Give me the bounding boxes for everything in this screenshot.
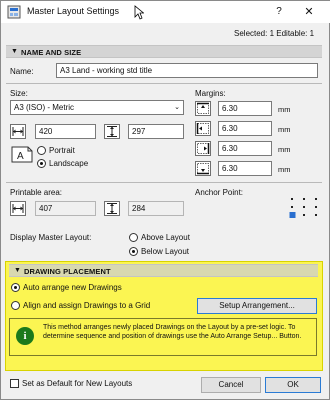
info-icon: i — [16, 327, 34, 345]
collapse-triangle-icon[interactable]: ▼ — [14, 267, 21, 274]
mouse-cursor-icon — [134, 5, 144, 20]
divider — [6, 182, 322, 183]
align-grid-radio[interactable] — [11, 301, 20, 310]
dialog-window: Master Layout Settings ? ✕ Selected: 1 E… — [0, 0, 330, 400]
top-margin-input[interactable]: 6.30 — [218, 101, 272, 116]
close-button[interactable]: ✕ — [299, 4, 319, 20]
portrait-radio[interactable] — [37, 146, 46, 155]
bottom-margin-icon — [195, 161, 211, 176]
bottom-margin-input[interactable]: 6.30 — [218, 161, 272, 176]
auto-arrange-label: Auto arrange new Drawings — [23, 283, 122, 292]
below-layout-radio[interactable] — [129, 247, 138, 256]
right-margin-input[interactable]: 6.30 — [218, 141, 272, 156]
set-default-checkbox[interactable] — [10, 379, 19, 388]
printable-height-value: 284 — [128, 201, 184, 216]
section-title: DRAWING PLACEMENT — [24, 267, 111, 276]
display-master-layout-label: Display Master Layout: — [10, 233, 92, 242]
above-layout-radio[interactable] — [129, 233, 138, 242]
width-input[interactable]: 420 — [35, 124, 96, 139]
divider — [6, 83, 322, 84]
printable-width-icon — [10, 201, 26, 216]
left-margin-input[interactable]: 6.30 — [218, 121, 272, 136]
anchor-point-grid[interactable] — [289, 196, 319, 218]
landscape-label: Landscape — [49, 159, 89, 168]
name-input[interactable]: A3 Land - working std title — [56, 63, 318, 78]
cancel-button[interactable]: Cancel — [201, 377, 261, 393]
name-label: Name: — [10, 67, 34, 76]
height-input[interactable]: 297 — [128, 124, 184, 139]
section-header-name-size[interactable]: ▼ NAME AND SIZE — [6, 45, 322, 58]
ok-button[interactable]: OK — [265, 377, 321, 393]
collapse-triangle-icon[interactable]: ▼ — [11, 48, 18, 55]
size-select[interactable]: A3 (ISO) - Metric ⌄ — [10, 100, 184, 115]
section-title: NAME AND SIZE — [21, 48, 82, 57]
selection-status: Selected: 1 Editable: 1 — [234, 29, 315, 38]
title-bar: Master Layout Settings ? ✕ — [1, 1, 330, 23]
anchor-point-label: Anchor Point: — [195, 188, 244, 197]
app-icon — [7, 5, 21, 19]
portrait-label: Portrait — [49, 146, 75, 155]
bottom-margin-unit: mm — [278, 165, 291, 174]
orientation-icon: A — [11, 146, 33, 163]
info-text: This method arranges newly placed Drawin… — [43, 324, 302, 340]
setup-arrangement-button[interactable]: Setup Arrangement... — [197, 298, 317, 314]
printable-area-label: Printable area: — [10, 188, 63, 197]
svg-text:A: A — [17, 151, 24, 162]
below-layout-label: Below Layout — [141, 247, 190, 256]
right-margin-icon — [195, 141, 211, 156]
chevron-down-icon: ⌄ — [174, 104, 180, 111]
printable-height-icon — [104, 201, 120, 216]
help-button[interactable]: ? — [269, 4, 289, 20]
landscape-radio[interactable] — [37, 159, 46, 168]
width-icon — [10, 124, 26, 139]
size-label: Size: — [10, 89, 28, 98]
above-layout-label: Above Layout — [141, 233, 190, 242]
top-margin-unit: mm — [278, 105, 291, 114]
left-margin-unit: mm — [278, 125, 291, 134]
auto-arrange-radio[interactable] — [11, 283, 20, 292]
printable-width-value: 407 — [35, 201, 96, 216]
margins-label: Margins: — [195, 89, 226, 98]
size-select-value: A3 (ISO) - Metric — [14, 103, 75, 112]
left-margin-icon — [195, 121, 211, 136]
align-grid-label: Align and assign Drawings to a Grid — [23, 301, 151, 310]
set-default-label: Set as Default for New Layouts — [22, 379, 133, 388]
right-margin-unit: mm — [278, 145, 291, 154]
info-box: i This method arranges newly placed Draw… — [9, 318, 317, 356]
window-title: Master Layout Settings — [27, 6, 120, 16]
section-header-drawing-placement[interactable]: ▼ DRAWING PLACEMENT — [9, 264, 318, 277]
top-margin-icon — [195, 101, 211, 116]
height-icon — [104, 124, 120, 139]
